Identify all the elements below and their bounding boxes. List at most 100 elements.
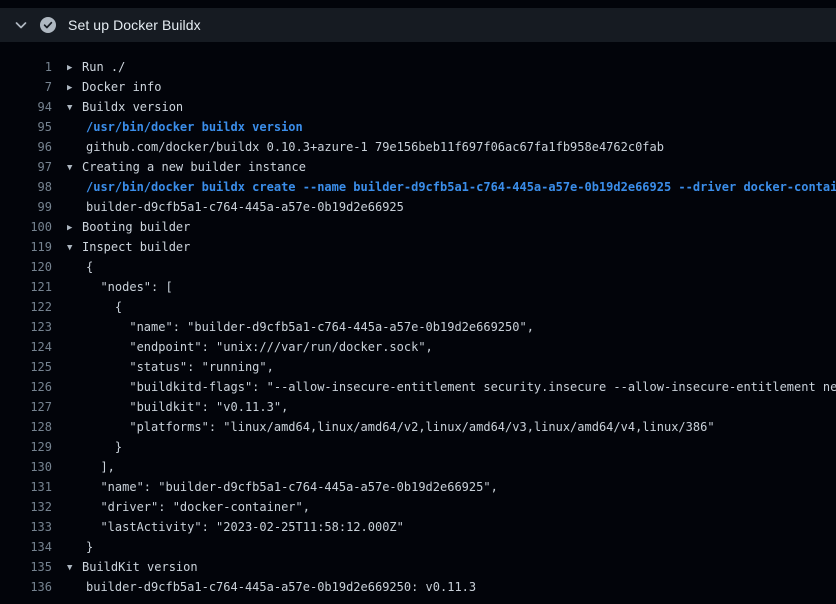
log-line: 122 {	[0, 297, 836, 317]
log-line: 125 "status": "running",	[0, 357, 836, 377]
log-text: "buildkit": "v0.11.3",	[67, 397, 288, 417]
log-text: "status": "running",	[67, 357, 274, 377]
log-line: 129 }	[0, 437, 836, 457]
log-line: 124 "endpoint": "unix:///var/run/docker.…	[0, 337, 836, 357]
line-number[interactable]: 133	[0, 517, 52, 537]
line-number[interactable]: 119	[0, 237, 52, 257]
step-header[interactable]: Set up Docker Buildx	[0, 8, 836, 42]
log-text: github.com/docker/buildx 0.10.3+azure-1 …	[67, 137, 664, 157]
log-text: ],	[67, 457, 115, 477]
line-number[interactable]: 130	[0, 457, 52, 477]
log-group-title[interactable]: Inspect builder	[82, 240, 190, 254]
log-text: {	[67, 297, 122, 317]
log-line: 131 "name": "builder-d9cfb5a1-c764-445a-…	[0, 477, 836, 497]
line-number[interactable]: 95	[0, 117, 52, 137]
line-number[interactable]: 121	[0, 277, 52, 297]
log-line: 97 ▼Creating a new builder instance	[0, 157, 836, 177]
log-line: 136 builder-d9cfb5a1-c764-445a-a57e-0b19d…	[0, 577, 836, 597]
line-number[interactable]: 129	[0, 437, 52, 457]
line-number[interactable]: 136	[0, 577, 52, 597]
log-text: builder-d9cfb5a1-c764-445a-a57e-0b19d2e6…	[67, 577, 476, 597]
log-line: 94 ▼Buildx version	[0, 97, 836, 117]
log-text: "driver": "docker-container",	[67, 497, 310, 517]
check-circle-icon	[40, 17, 56, 33]
log-output: 1▶Run ./7▶Docker info94▼Buildx version95…	[0, 42, 836, 597]
triangle-right-icon[interactable]: ▶	[67, 218, 82, 237]
log-line: 132 "driver": "docker-container",	[0, 497, 836, 517]
log-line: 130 ],	[0, 457, 836, 477]
chevron-down-icon[interactable]	[13, 17, 29, 33]
log-line: 120 {	[0, 257, 836, 277]
log-text: }	[67, 437, 122, 457]
line-number[interactable]: 126	[0, 377, 52, 397]
line-number[interactable]: 97	[0, 157, 52, 177]
log-line: 119 ▼Inspect builder	[0, 237, 836, 257]
log-text: "name": "builder-d9cfb5a1-c764-445a-a57e…	[67, 317, 534, 337]
line-number[interactable]: 122	[0, 297, 52, 317]
log-text: "buildkitd-flags": "--allow-insecure-ent…	[67, 377, 836, 397]
log-text: "endpoint": "unix:///var/run/docker.sock…	[67, 337, 433, 357]
line-number[interactable]: 128	[0, 417, 52, 437]
log-line: 123 "name": "builder-d9cfb5a1-c764-445a-…	[0, 317, 836, 337]
log-line: 135 ▼BuildKit version	[0, 557, 836, 577]
log-group-title[interactable]: Booting builder	[82, 220, 190, 234]
log-text: {	[67, 257, 93, 277]
triangle-down-icon[interactable]: ▼	[67, 238, 82, 257]
log-line: 95/usr/bin/docker buildx version	[0, 117, 836, 137]
log-text: builder-d9cfb5a1-c764-445a-a57e-0b19d2e6…	[67, 197, 404, 217]
log-line: 100 ▶Booting builder	[0, 217, 836, 237]
log-group-title[interactable]: Run ./	[82, 60, 125, 74]
log-group-title[interactable]: Creating a new builder instance	[82, 160, 306, 174]
triangle-right-icon[interactable]: ▶	[67, 58, 82, 77]
triangle-down-icon[interactable]: ▼	[67, 158, 82, 177]
log-text: "platforms": "linux/amd64,linux/amd64/v2…	[67, 417, 715, 437]
step-title: Set up Docker Buildx	[68, 17, 201, 33]
line-number[interactable]: 135	[0, 557, 52, 577]
log-command-text: /usr/bin/docker buildx create --name bui…	[67, 177, 836, 197]
line-number[interactable]: 94	[0, 97, 52, 117]
line-number[interactable]: 100	[0, 217, 52, 237]
log-line: 121 "nodes": [	[0, 277, 836, 297]
log-text: "nodes": [	[67, 277, 173, 297]
log-command-text: /usr/bin/docker buildx version	[67, 117, 303, 137]
log-text: }	[67, 537, 93, 557]
log-group-title[interactable]: Buildx version	[82, 100, 183, 114]
log-line: 99 builder-d9cfb5a1-c764-445a-a57e-0b19d2…	[0, 197, 836, 217]
triangle-down-icon[interactable]: ▼	[67, 558, 82, 577]
log-line: 96 github.com/docker/buildx 0.10.3+azure-…	[0, 137, 836, 157]
line-number[interactable]: 1	[0, 57, 52, 77]
line-number[interactable]: 127	[0, 397, 52, 417]
log-group-row[interactable]: ▶Docker info	[67, 77, 161, 97]
line-number[interactable]: 96	[0, 137, 52, 157]
log-line: 98/usr/bin/docker buildx create --name b…	[0, 177, 836, 197]
triangle-down-icon[interactable]: ▼	[67, 98, 82, 117]
line-number[interactable]: 124	[0, 337, 52, 357]
line-number[interactable]: 120	[0, 257, 52, 277]
line-number[interactable]: 98	[0, 177, 52, 197]
log-line: 126 "buildkitd-flags": "--allow-insecure…	[0, 377, 836, 397]
triangle-right-icon[interactable]: ▶	[67, 78, 82, 97]
line-number[interactable]: 7	[0, 77, 52, 97]
line-number[interactable]: 131	[0, 477, 52, 497]
log-group-title[interactable]: BuildKit version	[82, 560, 198, 574]
log-line: 134}	[0, 537, 836, 557]
log-line: 7 ▶Docker info	[0, 77, 836, 97]
log-group-row[interactable]: ▶Booting builder	[67, 217, 190, 237]
log-group-title[interactable]: Docker info	[82, 80, 161, 94]
log-group-row[interactable]: ▼Creating a new builder instance	[67, 157, 306, 177]
log-line: 1 ▶Run ./	[0, 57, 836, 77]
log-group-row[interactable]: ▶Run ./	[67, 57, 125, 77]
log-group-row[interactable]: ▼BuildKit version	[67, 557, 198, 577]
log-line: 128 "platforms": "linux/amd64,linux/amd6…	[0, 417, 836, 437]
line-number[interactable]: 125	[0, 357, 52, 377]
log-line: 127 "buildkit": "v0.11.3",	[0, 397, 836, 417]
line-number[interactable]: 132	[0, 497, 52, 517]
line-number[interactable]: 123	[0, 317, 52, 337]
log-line: 133 "lastActivity": "2023-02-25T11:58:12…	[0, 517, 836, 537]
log-group-row[interactable]: ▼Inspect builder	[67, 237, 190, 257]
line-number[interactable]: 99	[0, 197, 52, 217]
log-text: "lastActivity": "2023-02-25T11:58:12.000…	[67, 517, 404, 537]
log-group-row[interactable]: ▼Buildx version	[67, 97, 183, 117]
log-text: "name": "builder-d9cfb5a1-c764-445a-a57e…	[67, 477, 498, 497]
line-number[interactable]: 134	[0, 537, 52, 557]
